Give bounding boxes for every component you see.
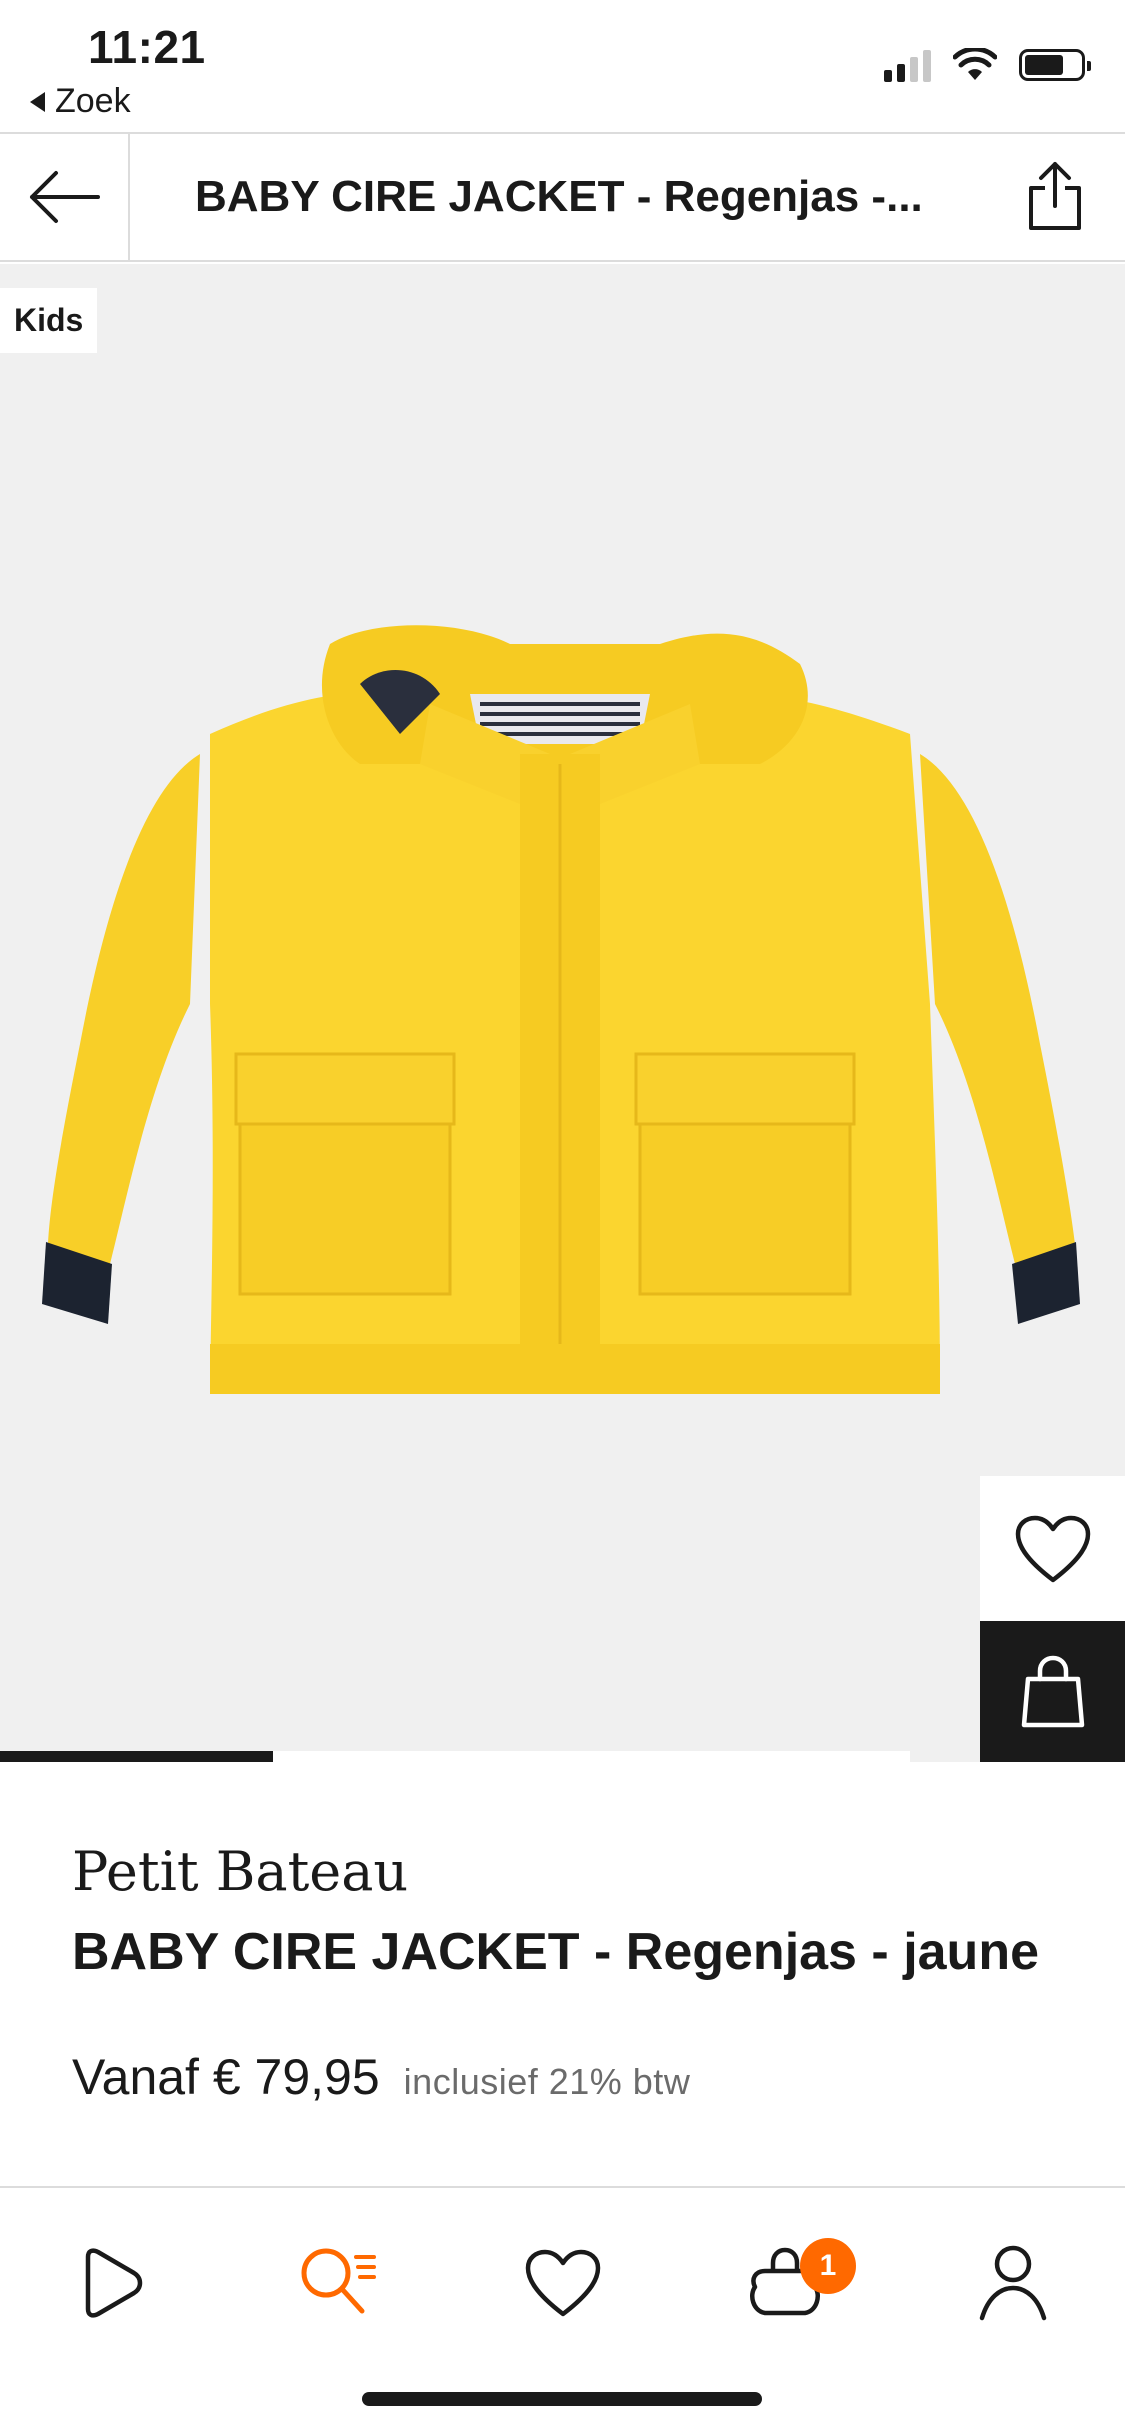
product-image[interactable]: [40, 624, 1080, 1544]
status-icons: [884, 48, 1091, 82]
gallery-progress-track: [0, 1751, 910, 1762]
brand-name[interactable]: Petit Bateau: [72, 1840, 408, 1903]
search-icon: [301, 2248, 376, 2314]
nav-cart[interactable]: 1: [730, 2228, 856, 2338]
tax-note: inclusief 21% btw: [403, 2061, 691, 2102]
status-bar: 11:21 Zoek: [0, 0, 1125, 132]
share-button[interactable]: [1015, 156, 1095, 236]
cart-count-badge: 1: [800, 2238, 856, 2294]
status-time: 11:21: [88, 21, 206, 73]
arrow-left-icon: [30, 171, 100, 223]
wifi-icon: [953, 48, 997, 80]
product-name: BABY CIRE JACKET - Regenjas - jaune: [72, 1923, 1040, 1981]
wishlist-icon: [525, 2249, 601, 2317]
back-to-search-link[interactable]: Zoek: [30, 82, 131, 121]
signal-icon: [884, 48, 931, 82]
profile-icon: [979, 2245, 1047, 2321]
product-header: BABY CIRE JACKET - Regenjas -...: [0, 132, 1125, 262]
product-image-gallery[interactable]: Kids: [0, 264, 1125, 1762]
heart-icon: [1015, 1515, 1090, 1582]
back-button[interactable]: [0, 134, 130, 260]
kids-badge: Kids: [0, 288, 98, 353]
nav-profile[interactable]: [958, 2228, 1068, 2338]
header-title: BABY CIRE JACKET - Regenjas -...: [195, 172, 923, 221]
home-icon: [85, 2248, 143, 2318]
nav-wishlist[interactable]: [508, 2228, 618, 2338]
add-to-bag-button[interactable]: [980, 1621, 1125, 1762]
price-row: Vanaf € 79,95 inclusief 21% btw: [72, 2048, 690, 2106]
nav-home[interactable]: [55, 2228, 165, 2338]
nav-search[interactable]: [283, 2228, 393, 2338]
battery-icon: [1019, 49, 1091, 81]
add-to-wishlist-button[interactable]: [980, 1476, 1125, 1621]
share-icon: [1029, 162, 1081, 230]
back-to-search-label: Zoek: [55, 82, 131, 120]
price: Vanaf € 79,95: [72, 2049, 380, 2105]
back-triangle-icon: [30, 91, 45, 112]
home-indicator[interactable]: [362, 2392, 762, 2406]
bag-icon: [1021, 1655, 1084, 1727]
gallery-progress-fill: [0, 1751, 273, 1762]
